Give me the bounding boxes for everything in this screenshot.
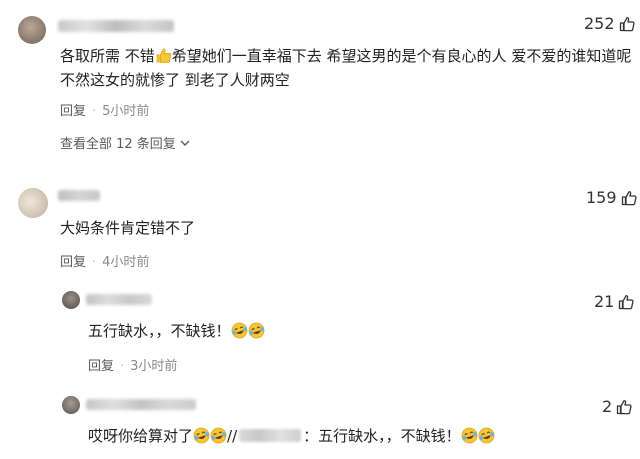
reply-text: 五行缺水，，不缺钱！ bbox=[88, 319, 265, 343]
comment-text-line: 不然这女的就惨了 到老了人财两空 bbox=[60, 71, 290, 89]
laughing-crying-emoji bbox=[210, 427, 227, 444]
comment-meta: 回复 · 3小时前 bbox=[88, 359, 178, 374]
thumbs-up-icon[interactable] bbox=[618, 294, 634, 310]
avatar[interactable] bbox=[18, 16, 46, 44]
laughing-crying-emoji bbox=[231, 322, 248, 339]
like-count-value: 21 bbox=[594, 292, 615, 311]
like-count[interactable]: 159 bbox=[586, 188, 637, 207]
username-blurred[interactable] bbox=[86, 294, 152, 305]
reply-button[interactable]: 回复 bbox=[88, 359, 114, 374]
like-count[interactable]: 252 bbox=[584, 14, 635, 33]
avatar[interactable] bbox=[62, 396, 80, 414]
mention-blurred[interactable] bbox=[239, 429, 302, 442]
thumbs-up-icon[interactable] bbox=[616, 399, 632, 415]
comment-text: 各取所需 不错 希望她们一直幸福下去 希望这男的是个有良心的人 爱不爱的谁知道呢 bbox=[60, 47, 632, 65]
chevron-down-icon bbox=[180, 136, 190, 151]
like-count-value: 159 bbox=[586, 188, 617, 207]
reply-text: 哎呀你给算对了 //：五行缺水，，不缺钱！ bbox=[88, 424, 495, 448]
laughing-crying-emoji bbox=[478, 427, 495, 444]
like-count-value: 252 bbox=[584, 14, 615, 33]
laughing-crying-emoji bbox=[461, 427, 478, 444]
thumbs-up-icon[interactable] bbox=[619, 16, 635, 32]
username-blurred[interactable] bbox=[86, 399, 196, 410]
username-blurred[interactable] bbox=[58, 20, 174, 32]
username-blurred[interactable] bbox=[58, 190, 100, 201]
reply-button[interactable]: 回复 bbox=[60, 104, 86, 119]
timestamp: 5小时前 bbox=[102, 104, 150, 119]
like-count[interactable]: 2 bbox=[602, 397, 632, 416]
timestamp: 3小时前 bbox=[130, 359, 178, 374]
avatar[interactable] bbox=[18, 188, 48, 218]
thumbs-up-emoji bbox=[155, 47, 172, 64]
laughing-crying-emoji bbox=[248, 322, 265, 339]
comment-text: 大妈条件肯定错不了 bbox=[60, 219, 196, 237]
avatar[interactable] bbox=[62, 291, 80, 309]
comment-meta: 回复 · 5小时前 bbox=[60, 104, 150, 119]
view-all-replies[interactable]: 查看全部 12 条回复 bbox=[60, 133, 190, 152]
thumbs-up-icon[interactable] bbox=[621, 190, 637, 206]
reply-button[interactable]: 回复 bbox=[60, 255, 86, 270]
laughing-crying-emoji bbox=[193, 427, 210, 444]
timestamp: 4小时前 bbox=[102, 255, 150, 270]
like-count[interactable]: 21 bbox=[594, 292, 634, 311]
like-count-value: 2 bbox=[602, 397, 613, 416]
comment-meta: 回复 · 4小时前 bbox=[60, 255, 150, 270]
